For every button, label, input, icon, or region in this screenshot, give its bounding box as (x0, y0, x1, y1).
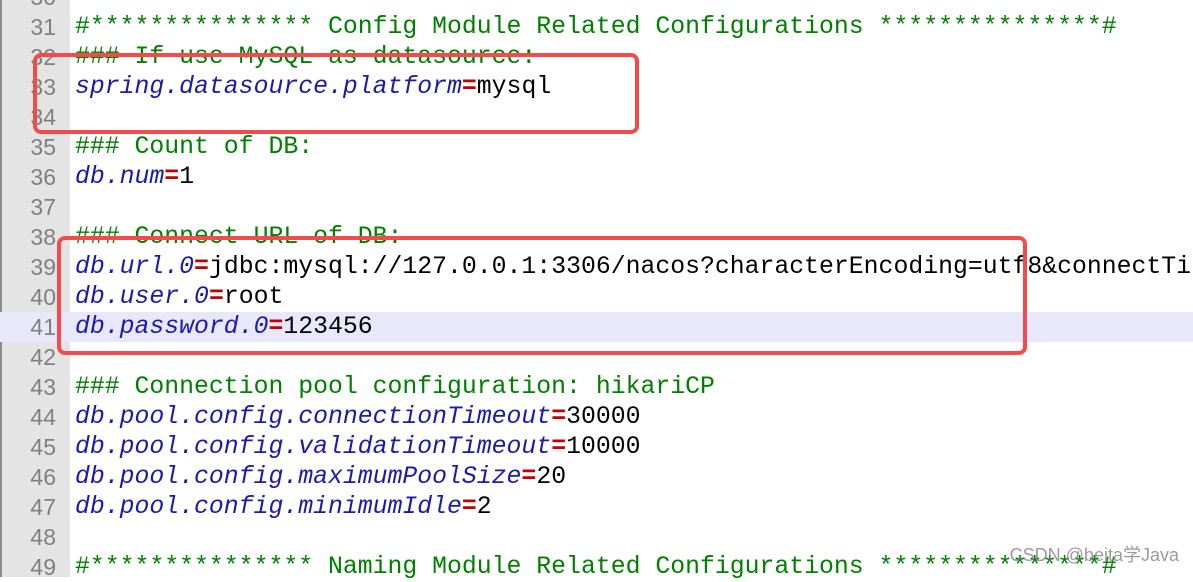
property-value: 30000 (566, 403, 641, 431)
annotation-box-db-connection (57, 236, 1027, 355)
line-number: 43 (30, 374, 56, 400)
line-number: 49 (30, 554, 56, 580)
equals-sign: = (551, 403, 567, 431)
code-line[interactable]: 30 (0, 0, 1193, 12)
line-number: 40 (30, 284, 56, 310)
equals-sign: = (521, 463, 537, 491)
equals-sign: = (164, 163, 180, 191)
property-key: db.pool.config.validationTimeout (75, 433, 552, 461)
annotation-box-datasource (33, 53, 639, 134)
code-line[interactable]: 46 db.pool.config.maximumPoolSize=20 (0, 462, 1193, 492)
property-value: 1 (179, 163, 195, 191)
line-number: 48 (30, 524, 56, 550)
line-number: 42 (30, 344, 56, 370)
equals-sign: = (461, 493, 477, 521)
code-line[interactable]: 36 db.num=1 (0, 162, 1193, 192)
equals-sign: = (551, 433, 567, 461)
code-line[interactable]: 44 db.pool.config.connectionTimeout=30000 (0, 402, 1193, 432)
code-line[interactable]: 37 (0, 192, 1193, 222)
code-line[interactable]: 35 ### Count of DB: (0, 132, 1193, 162)
line-number: 38 (30, 224, 56, 250)
code-line[interactable]: 47 db.pool.config.minimumIdle=2 (0, 492, 1193, 522)
line-number: 31 (30, 14, 56, 40)
property-key: db.num (75, 163, 165, 191)
line-number: 30 (2, 0, 56, 12)
property-value: 20 (536, 463, 567, 491)
property-key: db.pool.config.maximumPoolSize (75, 463, 522, 491)
comment-text: #*************** Config Module Related C… (75, 13, 1117, 41)
code-line[interactable]: 45 db.pool.config.validationTimeout=10000 (0, 432, 1193, 462)
line-number: 45 (30, 434, 56, 460)
property-value: 10000 (566, 433, 641, 461)
line-number: 39 (30, 254, 56, 280)
line-number: 47 (30, 494, 56, 520)
property-key: db.pool.config.minimumIdle (75, 493, 462, 521)
line-number: 41 (30, 314, 56, 340)
line-number: 37 (30, 194, 56, 220)
code-line[interactable]: 31 #*************** Config Module Related… (0, 12, 1193, 42)
line-number: 35 (30, 134, 56, 160)
comment-text: ### Count of DB: (75, 133, 314, 161)
property-value: 2 (476, 493, 492, 521)
line-number: 44 (30, 404, 56, 430)
code-line[interactable]: 43 ### Connection pool configuration: hik… (0, 372, 1193, 402)
watermark: CSDN @beita学Java (1009, 545, 1179, 565)
line-number: 36 (30, 164, 56, 190)
comment-text: ### Connection pool configuration: hikar… (75, 373, 715, 401)
line-number: 46 (30, 464, 56, 490)
property-key: db.pool.config.connectionTimeout (75, 403, 552, 431)
